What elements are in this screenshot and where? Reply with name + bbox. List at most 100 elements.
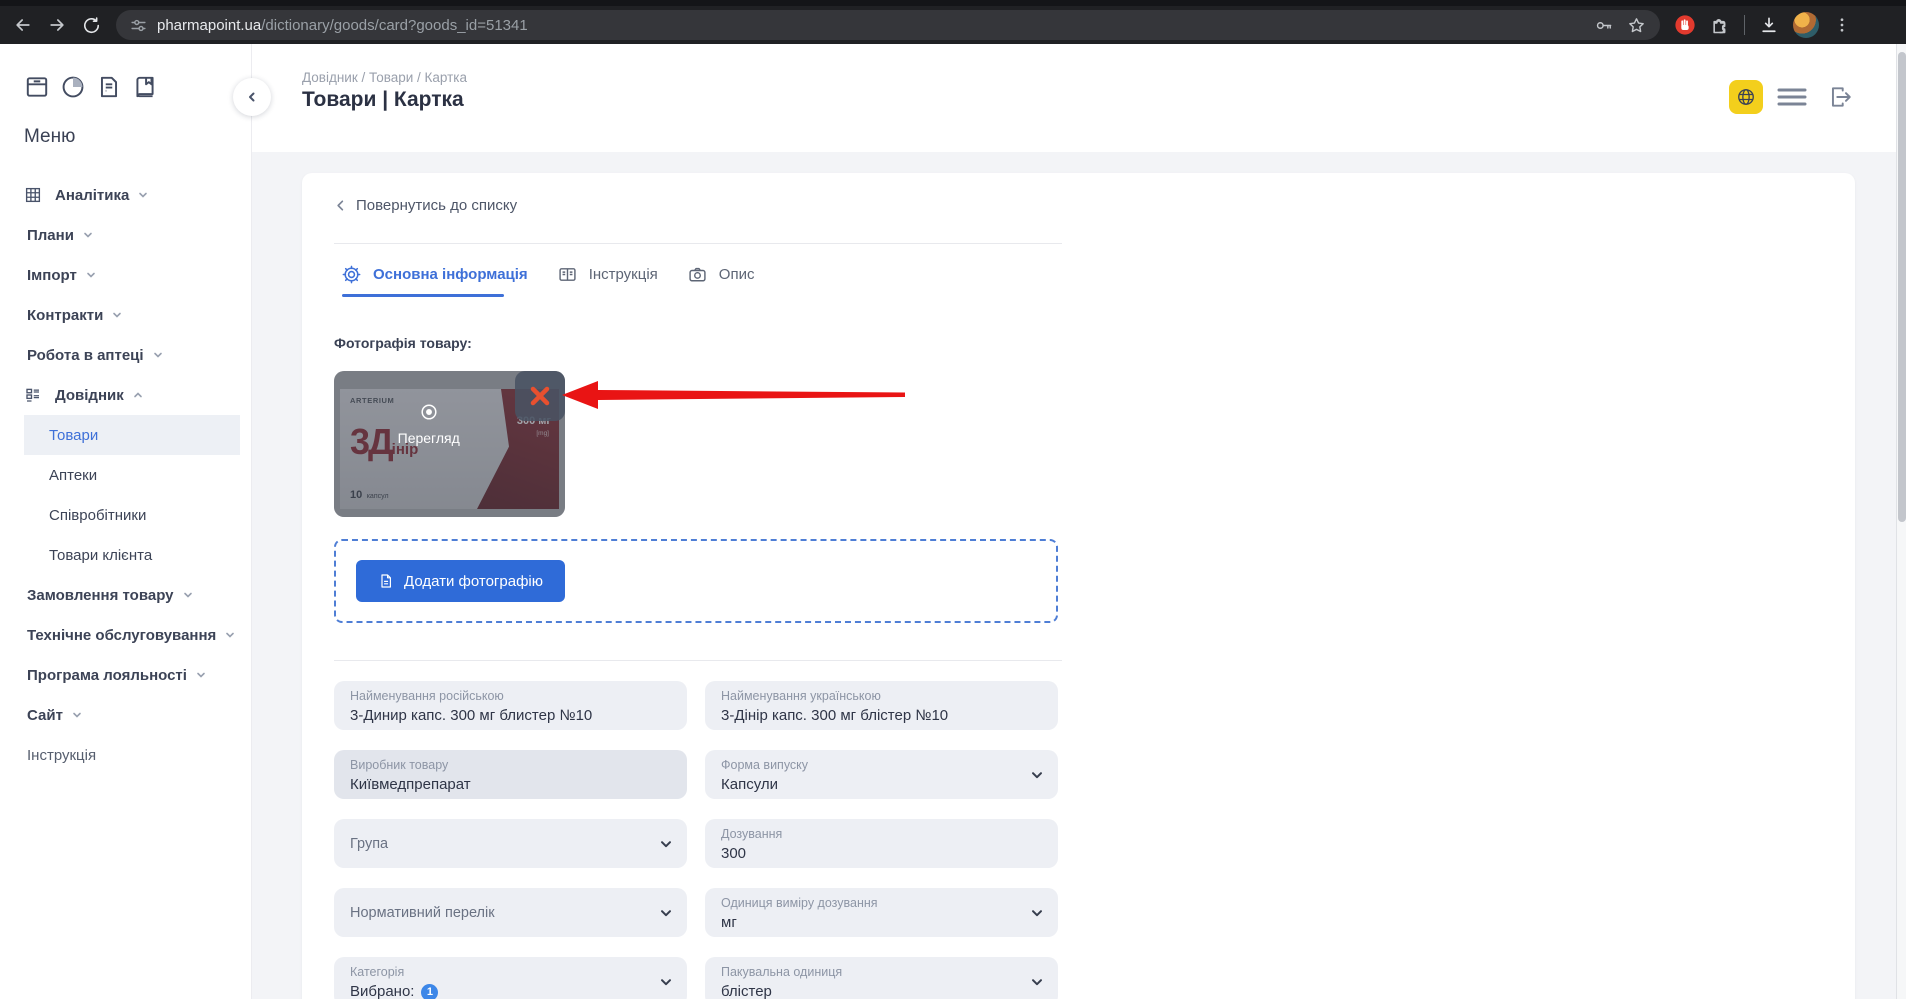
add-photo-button[interactable]: Додати фотографію [356,560,565,602]
photo-upload-zone[interactable]: Додати фотографію [334,539,1058,623]
book-icon[interactable] [132,74,158,105]
download-icon[interactable] [1759,15,1779,35]
goods-form: Найменування російською 3-Динир капс. 30… [334,681,1058,999]
sidebar-item-maintenance[interactable]: Технічне обслуговування [0,615,240,655]
tab-bar: Основна інформація Інструкція Опис [342,259,754,289]
book-open-icon [558,265,577,284]
field-name-ru[interactable]: Найменування російською 3-Динир капс. 30… [334,681,687,730]
back-icon[interactable] [6,10,40,40]
tab-main-info[interactable]: Основна інформація [342,259,528,289]
tab-description[interactable]: Опис [688,259,754,289]
chevron-down-icon [112,310,122,320]
sidebar-item-goods[interactable]: Товари [24,415,240,455]
chevron-down-icon [83,230,93,240]
sidebar-item-goods-order[interactable]: Замовлення товару [0,575,240,615]
field-normative-list[interactable]: Нормативний перелік [334,888,687,937]
goods-card: Повернутись до списку Основна інформація… [302,173,1855,999]
chevron-up-icon [133,390,143,400]
sidebar-item-dictionary[interactable]: Довідник [0,375,240,415]
globe-icon [1736,87,1756,107]
photo-section-label: Фотографія товару: [334,335,472,351]
field-release-form[interactable]: Форма випуску Капсули [705,750,1058,799]
divider [334,660,1062,661]
sidebar-item-pharmacies[interactable]: Аптеки [0,455,240,495]
logout-icon [1827,84,1853,110]
page-title: Товари | Картка [302,88,464,111]
preview-label: Перегляд [397,430,460,446]
breadcrumb: Довідник / Товари / Картка [302,70,468,85]
field-dosage[interactable]: Дозування 300 [705,819,1058,868]
close-icon [527,383,553,409]
product-photo[interactable]: ARTERIUM 3Дінір 300 мг [mg] 10 капсул Пе… [334,371,565,517]
grid-icon [24,186,42,204]
divider [334,243,1062,244]
chevron-down-icon [196,670,206,680]
sidebar-item-loyalty[interactable]: Програма лояльності [0,655,240,695]
field-group[interactable]: Група [334,819,687,868]
sidebar-item-site[interactable]: Сайт [0,695,240,735]
sidebar-item-client-goods[interactable]: Товари клієнта [0,535,240,575]
sidebar-item-pharmacy-work[interactable]: Робота в аптеці [0,335,240,375]
sidebar-item-analytics[interactable]: Аналітика [0,175,240,215]
list-icon [24,386,42,404]
chevron-down-icon [138,190,148,200]
selected-count-badge: 1 [421,983,439,999]
toolbar-divider [1744,15,1745,35]
sidebar-item-import[interactable]: Імпорт [0,255,240,295]
archive-icon[interactable] [24,74,50,105]
chevron-left-icon [334,199,347,212]
active-tab-underline [342,294,504,297]
tab-instruction[interactable]: Інструкція [558,259,658,289]
forward-icon[interactable] [40,10,74,40]
chevron-down-icon [183,590,193,600]
sidebar-item-employees[interactable]: Співробітники [0,495,240,535]
kebab-menu-icon[interactable] [1833,16,1851,34]
url-bar[interactable]: pharmapoint.ua/dictionary/goods/card?goo… [116,10,1660,40]
chevron-down-icon [86,270,96,280]
pie-chart-icon[interactable] [60,74,86,105]
field-packaging-unit[interactable]: Пакувальна одиниця блістер [705,957,1058,999]
chevron-down-icon [1030,975,1044,989]
remove-photo-button[interactable] [515,371,565,421]
chevron-down-icon [1030,768,1044,782]
browser-chrome: pharmapoint.ua/dictionary/goods/card?goo… [0,0,1906,44]
adblock-icon[interactable] [1674,14,1696,36]
chevron-down-icon [72,710,82,720]
chevron-down-icon [1030,906,1044,920]
avatar[interactable] [1793,12,1819,38]
field-dosage-unit[interactable]: Одиниця виміру дозування мг [705,888,1058,937]
sidebar-item-contracts[interactable]: Контракти [0,295,240,335]
chevron-down-icon [153,350,163,360]
document-icon[interactable] [96,74,122,105]
annotation-arrow [562,381,905,409]
menu-icon [1777,86,1807,108]
field-name-ua[interactable]: Найменування українською 3-Дінір капс. 3… [705,681,1058,730]
url-host: pharmapoint.ua [157,16,262,34]
language-button[interactable] [1729,80,1763,114]
star-icon[interactable] [1627,16,1646,35]
page-scrollbar[interactable] [1896,44,1906,999]
menu-title: Меню [24,126,76,147]
field-category[interactable]: Категорія Вибрано: 1 [334,957,687,999]
menu-button[interactable] [1775,80,1809,114]
back-to-list-link[interactable]: Повернутись до списку [334,197,517,214]
camera-icon [688,265,707,284]
site-info-icon[interactable] [130,17,147,34]
chevron-down-icon [659,906,673,920]
sidebar-item-plans[interactable]: Плани [0,215,240,255]
reload-icon[interactable] [74,10,108,40]
field-manufacturer: Виробник товару Київмедпрепарат [334,750,687,799]
file-icon [378,573,394,589]
page-header: Довідник / Товари / Картка Товари | Карт… [252,44,1906,152]
chevron-down-icon [659,837,673,851]
extensions-icon[interactable] [1710,15,1730,35]
chevron-down-icon [225,630,235,640]
sidebar-collapse-button[interactable] [233,78,271,116]
sidebar: Меню Аналітика Плани Імпорт Контракти Ро… [0,44,252,999]
url-path: /dictionary/goods/card?goods_id=51341 [261,16,528,34]
sidebar-item-instruction[interactable]: Інструкція [0,735,240,775]
key-icon[interactable] [1594,16,1613,35]
scrollbar-thumb[interactable] [1898,52,1906,522]
logout-button[interactable] [1823,80,1857,114]
chevron-down-icon [659,975,673,989]
